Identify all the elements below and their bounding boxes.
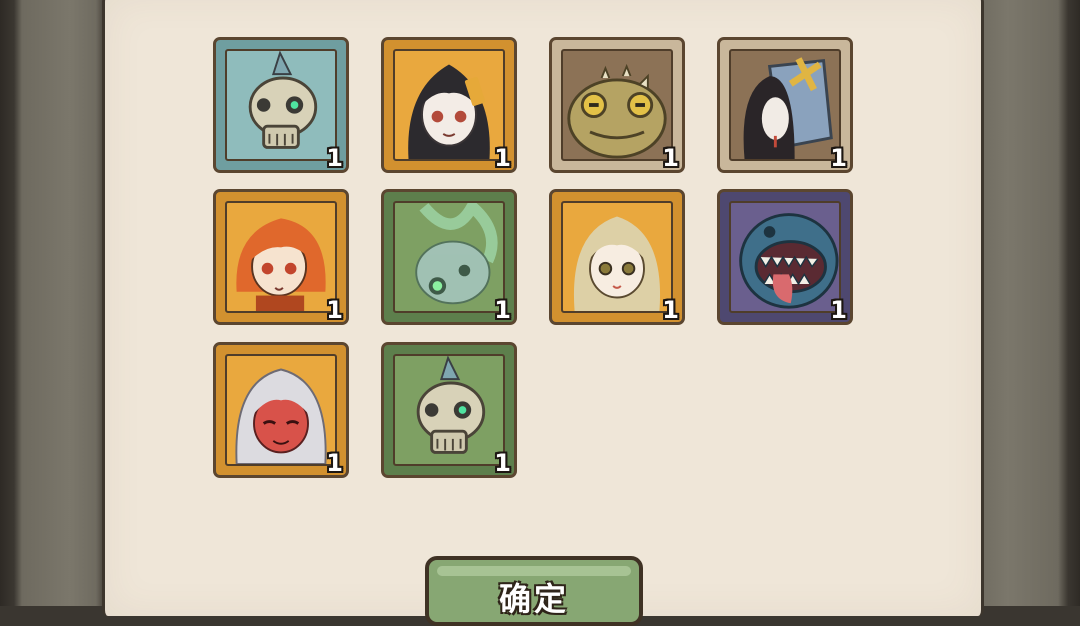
item-slot-skull-green[interactable]: 1 xyxy=(381,342,517,478)
frame-right xyxy=(968,0,1080,606)
item-count: 1 xyxy=(662,296,679,324)
item-count: 1 xyxy=(494,144,511,172)
item-count: 1 xyxy=(494,296,511,324)
item-count: 1 xyxy=(830,144,847,172)
item-slot-orange-hair-girl[interactable]: 1 xyxy=(213,189,349,325)
item-slot-box-head-ghost[interactable]: 1 xyxy=(717,37,853,173)
red-skin-girl-portrait-icon xyxy=(225,354,337,466)
item-count: 1 xyxy=(830,296,847,324)
frame-left xyxy=(0,0,110,606)
confirm-label: 确定 xyxy=(498,580,569,618)
item-slot-skull[interactable]: 1 xyxy=(213,37,349,173)
skull-portrait-icon xyxy=(393,354,505,466)
black-hair-girl-portrait-icon xyxy=(393,49,505,161)
item-slot-fish-monster[interactable]: 1 xyxy=(717,189,853,325)
toad-portrait-icon xyxy=(561,49,673,161)
green-ghost-portrait-icon xyxy=(393,201,505,313)
blonde-girl-portrait-icon xyxy=(561,201,673,313)
item-slot-green-ghost[interactable]: 1 xyxy=(381,189,517,325)
item-slot-blonde-girl[interactable]: 1 xyxy=(549,189,685,325)
box-head-ghost-portrait-icon xyxy=(729,49,841,161)
skull-portrait-icon xyxy=(225,49,337,161)
item-count: 1 xyxy=(326,144,343,172)
item-slot-red-skin-girl[interactable]: 1 xyxy=(213,342,349,478)
confirm-button[interactable]: 确定 xyxy=(425,556,643,626)
item-slot-black-hair-girl[interactable]: 1 xyxy=(381,37,517,173)
item-slot-toad[interactable]: 1 xyxy=(549,37,685,173)
orange-hair-girl-portrait-icon xyxy=(225,201,337,313)
item-count: 1 xyxy=(326,449,343,477)
fish-monster-portrait-icon xyxy=(729,201,841,313)
item-count: 1 xyxy=(662,144,679,172)
item-count: 1 xyxy=(494,449,511,477)
item-count: 1 xyxy=(326,296,343,324)
